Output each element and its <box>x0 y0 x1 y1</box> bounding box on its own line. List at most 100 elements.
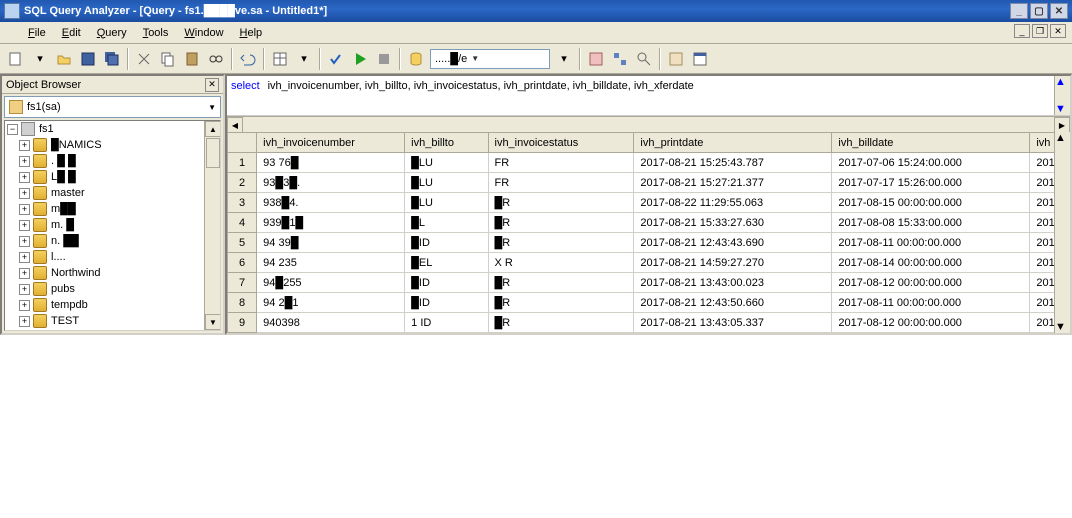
find-button[interactable] <box>205 48 227 70</box>
cell[interactable]: 940398 <box>257 313 405 333</box>
column-header[interactable]: ivh_invoicestatus <box>488 133 634 153</box>
cell[interactable]: █R <box>488 273 634 293</box>
collapse-icon[interactable]: − <box>7 124 18 135</box>
expand-icon[interactable]: + <box>19 236 30 247</box>
tree-scrollbar[interactable]: ▲ ▼ <box>204 121 220 330</box>
expand-icon[interactable]: + <box>19 204 30 215</box>
cell[interactable]: 2017-08-15 00:00:00.000 <box>832 193 1030 213</box>
expand-icon[interactable]: + <box>19 220 30 231</box>
parse-button[interactable] <box>325 48 347 70</box>
tree-item[interactable]: +TEST <box>5 313 220 329</box>
cell[interactable]: 93█3█. <box>257 173 405 193</box>
cell[interactable]: 2017-08-21 13:43:05.337 <box>634 313 832 333</box>
db-icon-button[interactable] <box>405 48 427 70</box>
database-combo[interactable]: .....█/e▼ <box>430 49 550 69</box>
tree-item[interactable]: −fs1 <box>5 121 220 137</box>
row-number[interactable]: 9 <box>228 313 257 333</box>
cell[interactable]: 94 235 <box>257 253 405 273</box>
copy-button[interactable] <box>157 48 179 70</box>
cell[interactable]: 1 ID <box>405 313 488 333</box>
new-dropdown-button[interactable]: ▾ <box>29 48 51 70</box>
tree-item[interactable]: +m██ <box>5 201 220 217</box>
table-row[interactable]: 3938█4.█LU█R2017-08-22 11:29:55.0632017-… <box>228 193 1070 213</box>
cell[interactable]: 2017-08-12 00:00:00.000 <box>832 273 1030 293</box>
tree-item[interactable]: +l.... <box>5 249 220 265</box>
table-row[interactable]: 794█255█ID█R2017-08-21 13:43:00.0232017-… <box>228 273 1070 293</box>
object-tree[interactable]: −fs1+█NAMICS+. █ █+L█ █+master+m██+m. █+… <box>4 120 221 331</box>
expand-icon[interactable]: + <box>19 268 30 279</box>
row-number[interactable]: 3 <box>228 193 257 213</box>
cell[interactable]: 2017-08-11 00:00:00.000 <box>832 233 1030 253</box>
menu-file[interactable]: File <box>20 25 54 41</box>
scroll-thumb[interactable] <box>206 138 220 168</box>
db-dropdown-button[interactable]: ▾ <box>553 48 575 70</box>
table-row[interactable]: 193 76██LUFR2017-08-21 15:25:43.7872017-… <box>228 153 1070 173</box>
cell[interactable]: █L <box>405 213 488 233</box>
table-row[interactable]: 594 39██ID█R2017-08-21 12:43:43.6902017-… <box>228 233 1070 253</box>
cell[interactable]: 938█4. <box>257 193 405 213</box>
save-button[interactable] <box>77 48 99 70</box>
scroll-down-button[interactable]: ▼ <box>1055 321 1066 333</box>
row-number[interactable]: 1 <box>228 153 257 173</box>
scroll-right-button[interactable]: ▶ <box>1054 117 1070 133</box>
cell[interactable]: █R <box>488 193 634 213</box>
tree-item[interactable]: +pubs <box>5 281 220 297</box>
tree-item[interactable]: +master <box>5 185 220 201</box>
cell[interactable]: FR <box>488 153 634 173</box>
close-button[interactable]: ✕ <box>1050 3 1068 19</box>
tree-item[interactable]: +m. █ <box>5 217 220 233</box>
cell[interactable]: 939█1█ <box>257 213 405 233</box>
column-header[interactable]: ivh_printdate <box>634 133 832 153</box>
cell[interactable]: X R <box>488 253 634 273</box>
sql-vscrollbar[interactable]: ▲ ▼ <box>1054 76 1070 115</box>
doc-minimize-button[interactable]: _ <box>1014 24 1030 38</box>
expand-icon[interactable]: + <box>19 156 30 167</box>
cell[interactable]: 2017-08-21 15:33:27.630 <box>634 213 832 233</box>
object-browser-close-button[interactable]: ✕ <box>205 78 219 92</box>
expand-icon[interactable]: + <box>19 188 30 199</box>
cell[interactable]: █R <box>488 313 634 333</box>
cell[interactable]: 93 76█ <box>257 153 405 173</box>
cell[interactable]: 94█255 <box>257 273 405 293</box>
scroll-down-button[interactable]: ▼ <box>205 314 221 330</box>
cell[interactable]: █LU <box>405 193 488 213</box>
table-row[interactable]: 694 235█ELX R2017-08-21 14:59:27.2702017… <box>228 253 1070 273</box>
maximize-button[interactable]: ▢ <box>1030 3 1048 19</box>
menu-help[interactable]: Help <box>232 25 271 41</box>
column-header[interactable]: ivh_invoicenumber <box>257 133 405 153</box>
menu-window[interactable]: Window <box>176 25 231 41</box>
table-row[interactable]: 293█3█.█LUFR2017-08-21 15:27:21.3772017-… <box>228 173 1070 193</box>
minimize-button[interactable]: _ <box>1010 3 1028 19</box>
column-header[interactable]: ivh_billto <box>405 133 488 153</box>
cell[interactable]: 2017-08-21 14:59:27.270 <box>634 253 832 273</box>
cell[interactable]: 2017-08-22 11:29:55.063 <box>634 193 832 213</box>
cell[interactable]: 2017-07-06 15:24:00.000 <box>832 153 1030 173</box>
row-number[interactable]: 4 <box>228 213 257 233</box>
cell[interactable]: 2017-08-21 13:43:00.023 <box>634 273 832 293</box>
expand-icon[interactable]: + <box>19 140 30 151</box>
cell[interactable]: █ID <box>405 273 488 293</box>
column-header[interactable]: ivh_billdate <box>832 133 1030 153</box>
expand-icon[interactable]: + <box>19 172 30 183</box>
cell[interactable]: 2017-08-21 15:27:21.377 <box>634 173 832 193</box>
menu-edit[interactable]: Edit <box>54 25 89 41</box>
stop-button[interactable] <box>373 48 395 70</box>
doc-restore-button[interactable]: ❐ <box>1032 24 1048 38</box>
scroll-left-button[interactable]: ◀ <box>227 117 243 133</box>
results-mode-button[interactable] <box>269 48 291 70</box>
doc-close-button[interactable]: ✕ <box>1050 24 1066 38</box>
cell[interactable]: █R <box>488 293 634 313</box>
open-button[interactable] <box>53 48 75 70</box>
cell[interactable]: █ID <box>405 233 488 253</box>
grid-vscrollbar[interactable]: ▲ ▼ <box>1054 132 1070 333</box>
scroll-up-button[interactable]: ▲ <box>205 121 221 137</box>
table-row[interactable]: 894 2█1█ID█R2017-08-21 12:43:50.6602017-… <box>228 293 1070 313</box>
sql-editor[interactable]: select ivh_invoicenumber, ivh_billto, iv… <box>227 76 1070 116</box>
cell[interactable]: 2017-07-17 15:26:00.000 <box>832 173 1030 193</box>
undo-button[interactable] <box>237 48 259 70</box>
object-search-button[interactable] <box>633 48 655 70</box>
menu-tools[interactable]: Tools <box>135 25 177 41</box>
table-row[interactable]: 99403981 ID█R2017-08-21 13:43:05.3372017… <box>228 313 1070 333</box>
tree-item[interactable]: +tempdb <box>5 297 220 313</box>
cell[interactable]: 2017-08-21 15:25:43.787 <box>634 153 832 173</box>
